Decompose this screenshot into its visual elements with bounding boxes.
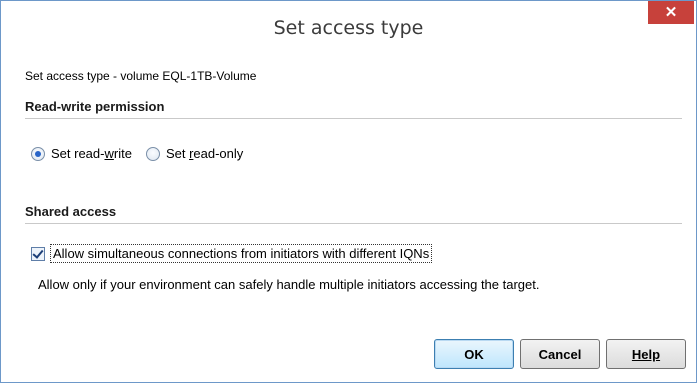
shared-access-header: Shared access <box>25 204 682 224</box>
set-read-write-radio[interactable]: Set read-write <box>31 146 132 161</box>
set-read-only-label: Set read-only <box>165 146 244 161</box>
cancel-button[interactable]: Cancel <box>520 339 600 369</box>
title-bar[interactable]: Set access type ✕ <box>1 1 696 56</box>
checkbox-checked-icon[interactable] <box>31 246 45 261</box>
radio-checked-icon[interactable] <box>31 146 45 161</box>
dialog-window: Set access type ✕ Set access type - volu… <box>0 0 697 383</box>
set-read-write-label: Set read-write <box>51 146 132 161</box>
allow-simultaneous-connections-checkbox[interactable]: Allow simultaneous connections from init… <box>31 244 433 263</box>
close-button[interactable]: ✕ <box>648 1 694 24</box>
dialog-subtitle: Set access type - volume EQL-1TB-Volume <box>25 69 257 83</box>
read-write-permission-header: Read-write permission <box>25 99 682 119</box>
close-icon: ✕ <box>664 4 678 21</box>
read-write-options: Set read-write Set read-only <box>31 146 257 161</box>
set-read-only-radio[interactable]: Set read-only <box>145 146 244 161</box>
radio-unchecked-icon[interactable] <box>145 146 160 161</box>
help-button-label: Help <box>631 347 661 362</box>
dialog-title: Set access type <box>273 17 424 39</box>
ok-button[interactable]: OK <box>434 339 514 369</box>
allow-simultaneous-connections-label[interactable]: Allow simultaneous connections from init… <box>50 244 433 263</box>
help-button[interactable]: Help <box>606 339 686 369</box>
shared-access-note: Allow only if your environment can safel… <box>38 277 540 292</box>
